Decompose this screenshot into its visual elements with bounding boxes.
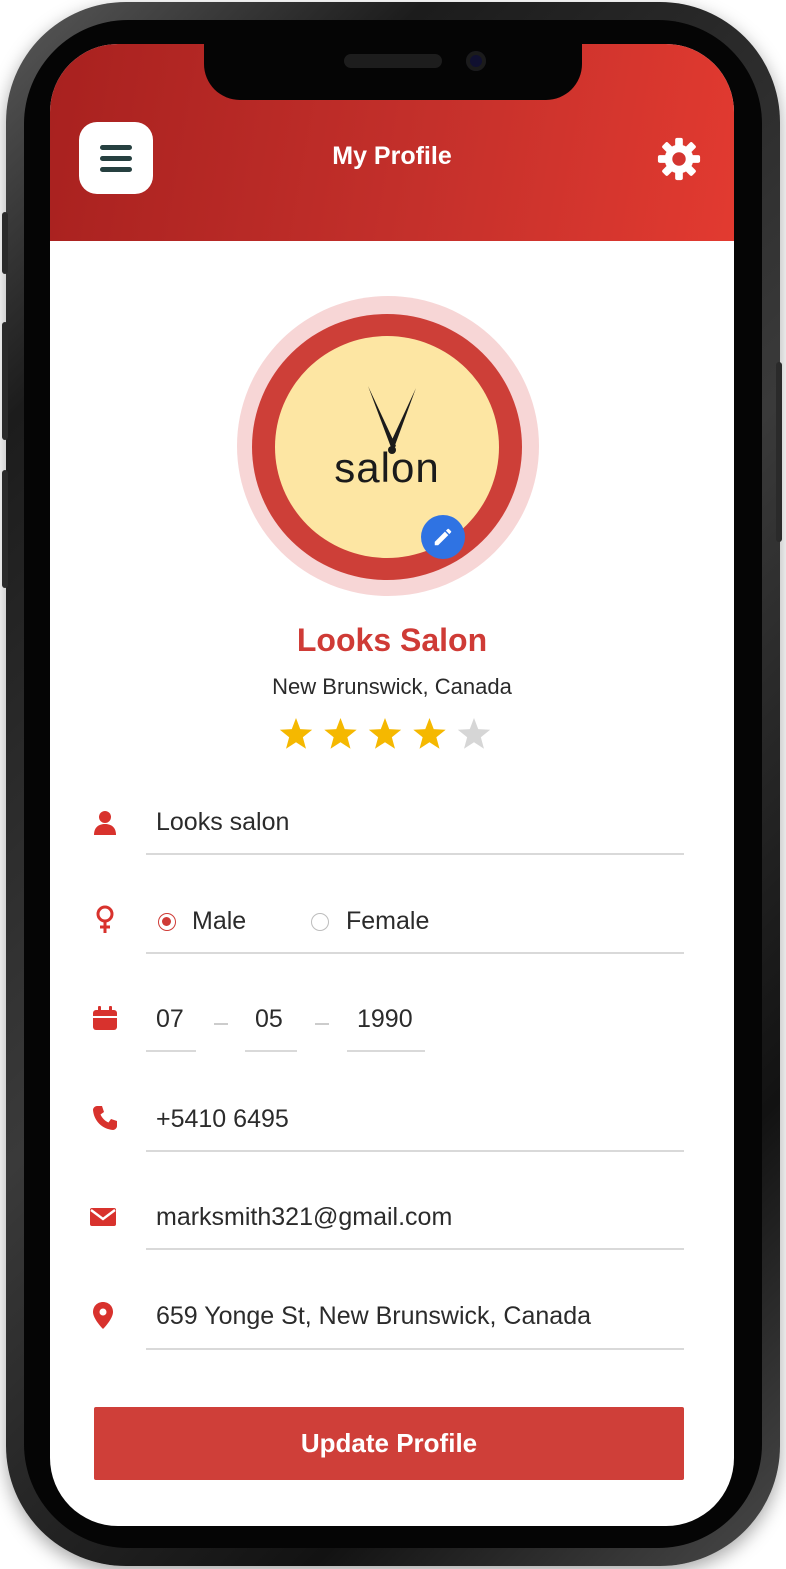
dob-month-field[interactable]: 05 <box>255 1005 283 1034</box>
gender-female-radio[interactable] <box>311 913 329 931</box>
side-button <box>776 362 782 542</box>
gender-female-label: Female <box>346 907 430 935</box>
date-separator <box>315 1023 329 1025</box>
star-empty-icon <box>457 718 491 749</box>
envelope-icon <box>90 1208 116 1226</box>
dob-year-underline <box>347 1050 425 1052</box>
phone-underline <box>146 1150 684 1152</box>
side-button <box>2 322 8 440</box>
dob-day-underline <box>146 1050 196 1052</box>
edit-avatar-button[interactable] <box>421 515 465 559</box>
dob-year-field[interactable]: 1990 <box>357 1005 413 1034</box>
speaker-grille <box>344 54 442 68</box>
email-field[interactable]: marksmith321@gmail.com <box>156 1203 452 1232</box>
name-field[interactable]: Looks salon <box>156 808 289 837</box>
gender-underline <box>146 952 684 954</box>
profile-location: New Brunswick, Canada <box>272 674 512 699</box>
rating-stars <box>279 718 491 749</box>
map-pin-icon <box>93 1302 113 1329</box>
address-field[interactable]: 659 Yonge St, New Brunswick, Canada <box>156 1302 591 1331</box>
app-screen: My Profile salon Looks Salon New Brunswi… <box>50 44 734 1526</box>
phone-notch <box>204 44 582 100</box>
star-filled-icon <box>324 718 357 749</box>
address-underline <box>146 1348 684 1350</box>
phone-field[interactable]: +5410 6495 <box>156 1105 289 1134</box>
dob-day-field[interactable]: 07 <box>156 1005 184 1034</box>
logo-text: salon <box>334 444 440 491</box>
date-separator <box>214 1023 228 1025</box>
email-underline <box>146 1248 684 1250</box>
dob-month-underline <box>245 1050 297 1052</box>
user-icon <box>94 811 116 835</box>
gender-male-label: Male <box>192 907 247 935</box>
star-filled-icon <box>368 718 402 749</box>
side-button <box>2 212 8 274</box>
star-filled-icon <box>279 718 313 749</box>
pencil-icon <box>434 528 452 546</box>
calendar-icon <box>93 1006 117 1030</box>
page-title: My Profile <box>332 142 452 170</box>
star-filled-icon <box>413 718 446 749</box>
profile-name: Looks Salon <box>296 622 488 658</box>
front-camera <box>466 51 486 71</box>
gender-male-radio[interactable] <box>158 913 176 931</box>
gear-icon[interactable] <box>656 136 702 182</box>
side-button <box>2 470 8 588</box>
name-underline <box>146 853 684 855</box>
update-profile-button[interactable]: Update Profile <box>94 1407 684 1480</box>
phone-icon <box>93 1106 117 1130</box>
female-symbol-icon <box>96 905 114 933</box>
